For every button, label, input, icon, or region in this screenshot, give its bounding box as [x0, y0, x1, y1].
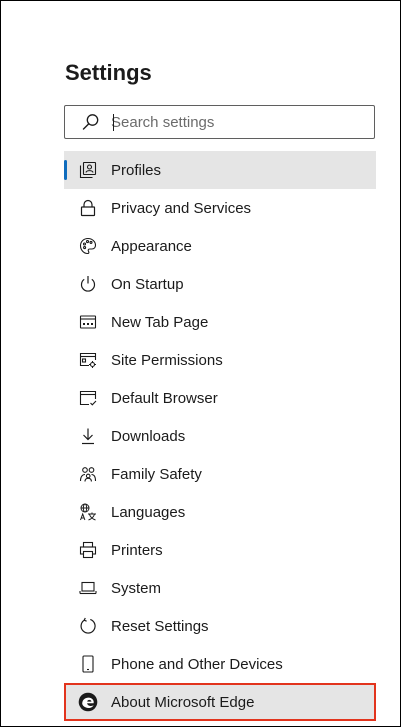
nav-item-new-tab-page[interactable]: New Tab Page: [64, 303, 376, 341]
search-box[interactable]: [64, 105, 375, 139]
family-icon: [78, 464, 98, 484]
nav-item-about-edge[interactable]: About Microsoft Edge: [64, 683, 376, 721]
nav-item-label: Site Permissions: [111, 351, 223, 369]
nav-item-label: Phone and Other Devices: [111, 655, 283, 673]
language-icon: [78, 502, 98, 522]
nav-item-label: Reset Settings: [111, 617, 209, 635]
nav-item-family-safety[interactable]: Family Safety: [64, 455, 376, 493]
default-browser-icon: [78, 388, 98, 408]
nav-item-default-browser[interactable]: Default Browser: [64, 379, 376, 417]
nav-item-profiles[interactable]: Profiles: [64, 151, 376, 189]
reset-icon: [78, 616, 98, 636]
power-icon: [78, 274, 98, 294]
nav-item-label: About Microsoft Edge: [111, 693, 255, 711]
search-input[interactable]: [111, 113, 351, 131]
nav-item-phone-devices[interactable]: Phone and Other Devices: [64, 645, 376, 683]
printer-icon: [78, 540, 98, 560]
settings-nav: Profiles Privacy and Services Appearance…: [64, 151, 376, 721]
palette-icon: [78, 236, 98, 256]
nav-item-languages[interactable]: Languages: [64, 493, 376, 531]
nav-item-site-permissions[interactable]: Site Permissions: [64, 341, 376, 379]
nav-item-reset-settings[interactable]: Reset Settings: [64, 607, 376, 645]
laptop-icon: [78, 578, 98, 598]
nav-item-label: System: [111, 579, 162, 597]
nav-item-on-startup[interactable]: On Startup: [64, 265, 376, 303]
nav-item-label: Privacy and Services: [111, 199, 252, 217]
nav-item-label: Languages: [111, 503, 186, 521]
new-tab-icon: [78, 312, 98, 332]
settings-panel: Settings Search settings Profiles Privac…: [64, 59, 376, 721]
nav-item-label: Appearance: [111, 237, 192, 255]
nav-item-label: Family Safety: [111, 465, 202, 483]
text-cursor: [113, 114, 114, 131]
download-icon: [78, 426, 98, 446]
lock-icon: [78, 198, 98, 218]
nav-item-label: Downloads: [111, 427, 186, 445]
settings-window: Settings Search settings Profiles Privac…: [0, 0, 401, 727]
edge-logo-icon: [78, 692, 98, 712]
nav-item-label: Printers: [111, 541, 163, 559]
search-icon: [81, 112, 101, 132]
nav-item-system[interactable]: System: [64, 569, 376, 607]
profile-icon: [78, 160, 98, 180]
selection-indicator: [64, 160, 67, 180]
nav-item-printers[interactable]: Printers: [64, 531, 376, 569]
nav-item-label: Default Browser: [111, 389, 218, 407]
nav-item-downloads[interactable]: Downloads: [64, 417, 376, 455]
nav-item-privacy[interactable]: Privacy and Services: [64, 189, 376, 227]
nav-item-label: On Startup: [111, 275, 184, 293]
phone-icon: [78, 654, 98, 674]
nav-item-appearance[interactable]: Appearance: [64, 227, 376, 265]
page-title: Settings: [65, 60, 152, 85]
nav-item-label: New Tab Page: [111, 313, 209, 331]
nav-item-label: Profiles: [111, 161, 162, 179]
site-permissions-icon: [78, 350, 98, 370]
